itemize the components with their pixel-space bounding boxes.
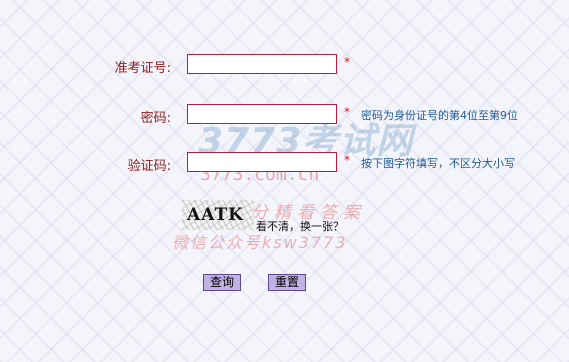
refresh-captcha-link[interactable]: 看不清，换一张？ <box>256 218 344 234</box>
password-hint: 密码为身份证号的第4位至第9位 <box>361 109 518 122</box>
exam-no-row: 准考证号: * <box>0 54 569 78</box>
captcha-image[interactable]: AATK <box>182 200 254 230</box>
password-label: 密码: <box>140 111 171 126</box>
exam-no-input[interactable] <box>187 54 337 74</box>
exam-no-label: 准考证号: <box>114 61 171 76</box>
password-row: 密码: * 密码为身份证号的第4位至第9位 <box>0 104 569 128</box>
captcha-label: 验证码: <box>127 159 171 174</box>
captcha-hint: 按下图字符填写，不区分大小写 <box>361 157 515 170</box>
password-input[interactable] <box>187 104 337 124</box>
password-required-mark: * <box>344 105 350 119</box>
reset-button[interactable]: 重置 <box>268 274 306 291</box>
exam-no-required-mark: * <box>344 55 350 69</box>
captcha-required-mark: * <box>344 153 350 167</box>
captcha-image-text: AATK <box>187 205 244 225</box>
query-button[interactable]: 查询 <box>203 274 241 291</box>
captcha-input[interactable] <box>187 152 337 172</box>
captcha-row: 验证码: * 按下图字符填写，不区分大小写 <box>0 152 569 176</box>
